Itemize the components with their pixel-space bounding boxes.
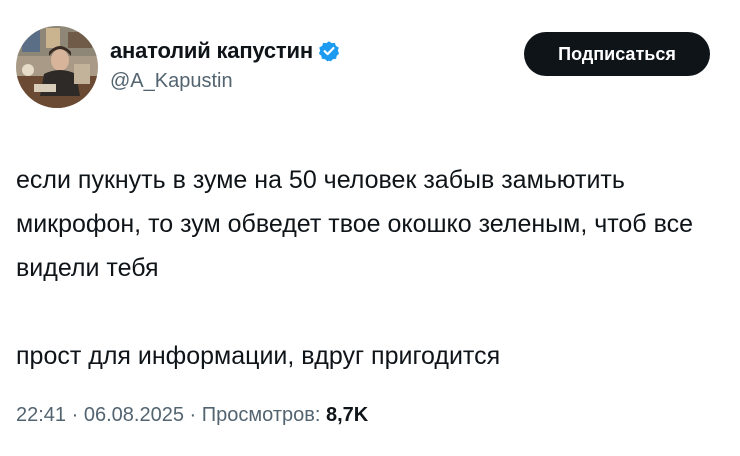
tweet-text: если пукнуть в зуме на 50 человек забыв … (16, 158, 716, 378)
avatar-photo (16, 26, 98, 108)
verified-badge-shape (318, 41, 340, 62)
tweet-time[interactable]: 22:41 (16, 404, 66, 426)
avatar[interactable] (16, 26, 98, 108)
display-name-row: анатолий капустин (110, 36, 340, 66)
author-handle[interactable]: @A_Kapustin (110, 70, 340, 93)
tweet-date[interactable]: 06.08.2025 (84, 404, 184, 426)
meta-separator: · (71, 404, 79, 426)
author-display-name[interactable]: анатолий капустин (110, 38, 313, 64)
tweet-paragraph-1: если пукнуть в зуме на 50 человек забыв … (16, 166, 693, 282)
tweet-paragraph-2: прост для информации, вдруг пригодится (16, 342, 501, 370)
tweet-header: анатолий капустин @A_Kapustin Подписатьс… (16, 22, 724, 114)
views-label: Просмотров: (201, 404, 321, 426)
author-names: анатолий капустин @A_Kapustin (110, 36, 340, 93)
meta-separator: · (189, 404, 197, 426)
follow-button[interactable]: Подписаться (524, 32, 710, 76)
verified-badge-icon[interactable] (318, 40, 340, 62)
views-count: 8,7K (325, 404, 369, 426)
tweet-card: анатолий капустин @A_Kapustin Подписатьс… (0, 0, 740, 456)
tweet-meta: 22:41 · 06.08.2025 · Просмотров: 8,7K (16, 404, 368, 427)
